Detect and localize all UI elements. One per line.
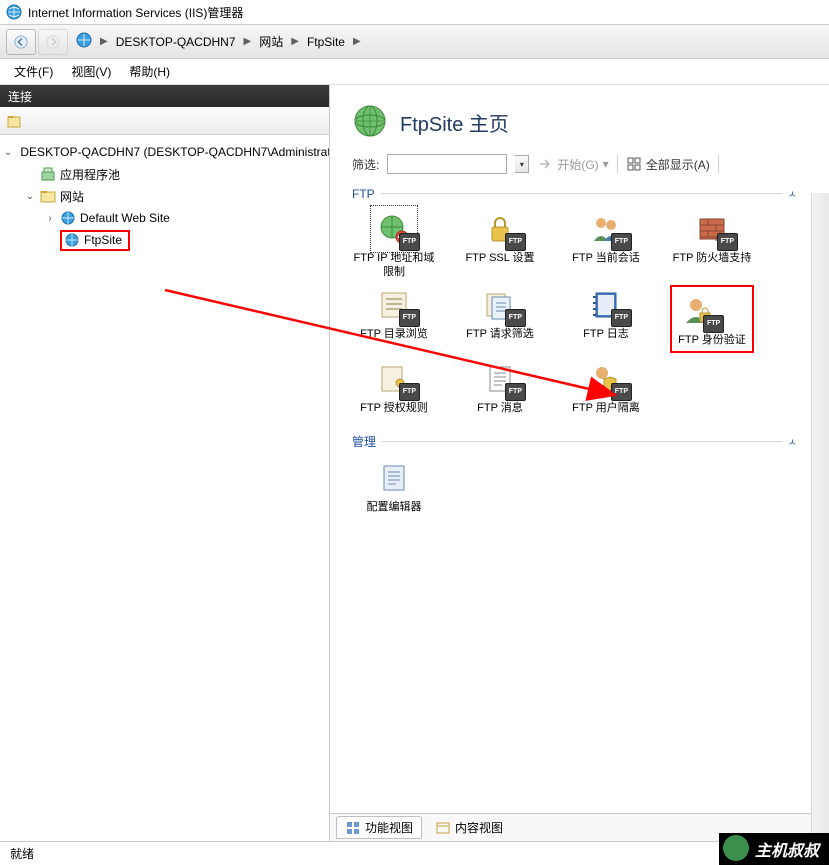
ftp-authorization-rules[interactable]: FTP FTP 授权规则 xyxy=(352,359,436,415)
collapse-icon[interactable]: ⌄ xyxy=(24,190,36,202)
page-title: FtpSite 主页 xyxy=(400,108,509,137)
breadcrumb-server[interactable]: DESKTOP-QACDHN7 xyxy=(116,35,236,49)
mgmt-icon-grid: 配置编辑器 xyxy=(330,450,829,532)
chevron-right-icon[interactable]: ▶ xyxy=(240,36,256,47)
tree-server-node[interactable]: ⌄ DESKTOP-QACDHN7 (DESKTOP-QACDHN7\Admin… xyxy=(4,141,325,163)
page-icon xyxy=(352,103,388,142)
connections-pane: 连接 ⌄ DESKTOP-QACDHN7 (DESKTOP-QACDHN7\Ad… xyxy=(0,85,330,841)
ftp-messages[interactable]: FTP FTP 消息 xyxy=(458,359,542,415)
features-icon xyxy=(345,820,361,836)
show-all-icon xyxy=(626,156,642,172)
chevron-right-icon[interactable]: ▶ xyxy=(287,36,303,47)
breadcrumb-site[interactable]: FtpSite xyxy=(307,35,345,49)
filter-input[interactable] xyxy=(387,154,507,174)
nav-forward-button[interactable] xyxy=(38,29,68,55)
collapse-caret-icon[interactable]: ㅅ xyxy=(788,186,807,201)
connections-header: 连接 xyxy=(0,85,329,107)
iis-app-icon xyxy=(6,4,22,20)
breadcrumb-sites[interactable]: 网站 xyxy=(259,33,283,50)
tree-ftpsite[interactable]: FtpSite xyxy=(4,229,325,251)
window-title: Internet Information Services (IIS)管理器 xyxy=(28,4,243,21)
content-pane: FtpSite 主页 筛选: ▾ 开始(G) ▾ 全部显示(A) FTP ㅅ xyxy=(330,85,829,841)
collapse-caret-icon[interactable]: ㅅ xyxy=(788,434,807,449)
page-header: FtpSite 主页 xyxy=(330,85,829,150)
folder-icon xyxy=(40,188,56,204)
filter-show-all[interactable]: 全部显示(A) xyxy=(626,156,710,173)
ftp-firewall-support[interactable]: FTP FTP 防火墙支持 xyxy=(670,209,754,279)
menu-help[interactable]: 帮助(H) xyxy=(129,63,170,80)
ftp-request-filtering[interactable]: FTP FTP 请求筛选 xyxy=(458,285,542,353)
tab-content-view[interactable]: 内容视图 xyxy=(426,816,512,839)
ftp-ip-restrictions[interactable]: FTP FTP IP 地址和域限制 xyxy=(352,209,436,279)
expand-icon[interactable]: › xyxy=(44,212,56,224)
ftp-current-sessions[interactable]: FTP FTP 当前会话 xyxy=(564,209,648,279)
nav-bar: ▶ DESKTOP-QACDHN7 ▶ 网站 ▶ FtpSite ▶ xyxy=(0,24,829,59)
breadcrumb: ▶ DESKTOP-QACDHN7 ▶ 网站 ▶ FtpSite ▶ xyxy=(76,32,365,51)
menu-view[interactable]: 视图(V) xyxy=(71,63,111,80)
app-pool-icon xyxy=(40,166,56,182)
main-area: 连接 ⌄ DESKTOP-QACDHN7 (DESKTOP-QACDHN7\Ad… xyxy=(0,85,829,841)
tab-features-view[interactable]: 功能视图 xyxy=(336,816,422,839)
globe-icon xyxy=(64,232,80,248)
connections-tree: ⌄ DESKTOP-QACDHN7 (DESKTOP-QACDHN7\Admin… xyxy=(0,135,329,257)
menu-file[interactable]: 文件(F) xyxy=(14,63,53,80)
globe-icon xyxy=(60,210,76,226)
toolbar-add-icon[interactable] xyxy=(4,111,24,131)
nav-back-button[interactable] xyxy=(6,29,36,55)
menu-bar: 文件(F) 视图(V) 帮助(H) xyxy=(0,59,829,85)
tree-ftpsite-label: FtpSite xyxy=(84,233,122,247)
group-management: 管理 ㅅ xyxy=(330,433,829,450)
titlebar: Internet Information Services (IIS)管理器 xyxy=(0,0,829,24)
tree-app-pools[interactable]: 应用程序池 xyxy=(4,163,325,185)
tree-server-label: DESKTOP-QACDHN7 (DESKTOP-QACDHN7\Adminis… xyxy=(20,145,329,159)
collapse-icon[interactable]: ⌄ xyxy=(4,146,12,158)
tree-sites-node[interactable]: ⌄ 网站 xyxy=(4,185,325,207)
ftp-directory-browsing[interactable]: FTP FTP 目录浏览 xyxy=(352,285,436,353)
ftp-logging[interactable]: FTP FTP 日志 xyxy=(564,285,648,353)
config-editor[interactable]: 配置编辑器 xyxy=(352,458,436,514)
filter-dropdown[interactable]: ▾ xyxy=(515,155,529,173)
chevron-right-icon[interactable]: ▶ xyxy=(349,36,365,47)
breadcrumb-root-icon xyxy=(76,32,92,51)
tree-default-site-label: Default Web Site xyxy=(80,211,170,225)
go-icon xyxy=(537,156,553,172)
ftp-user-isolation[interactable]: FTP FTP 用户隔离 xyxy=(564,359,648,415)
filter-start: 开始(G) ▾ xyxy=(537,156,608,173)
chevron-right-icon[interactable]: ▶ xyxy=(96,36,112,47)
tree-sites-label: 网站 xyxy=(60,188,84,205)
content-icon xyxy=(435,820,451,836)
connections-toolbar xyxy=(0,107,329,135)
filter-row: 筛选: ▾ 开始(G) ▾ 全部显示(A) xyxy=(330,150,829,186)
tree-app-pools-label: 应用程序池 xyxy=(60,166,120,183)
ftp-icon-grid: FTP FTP IP 地址和域限制 FTP FTP SSL 设置 FTP FTP… xyxy=(330,201,790,433)
group-ftp: FTP ㅅ xyxy=(330,186,829,201)
status-text: 就绪 xyxy=(10,845,34,862)
filter-label: 筛选: xyxy=(352,156,379,173)
vertical-scrollbar[interactable] xyxy=(811,193,829,841)
tree-default-site[interactable]: › Default Web Site xyxy=(4,207,325,229)
ftp-ssl-settings[interactable]: FTP FTP SSL 设置 xyxy=(458,209,542,279)
config-doc-icon xyxy=(378,462,410,494)
status-bar: 就绪 xyxy=(0,841,829,865)
ftp-authentication[interactable]: FTP FTP 身份验证 xyxy=(670,285,754,353)
watermark: 主机叔叔 xyxy=(719,833,829,865)
